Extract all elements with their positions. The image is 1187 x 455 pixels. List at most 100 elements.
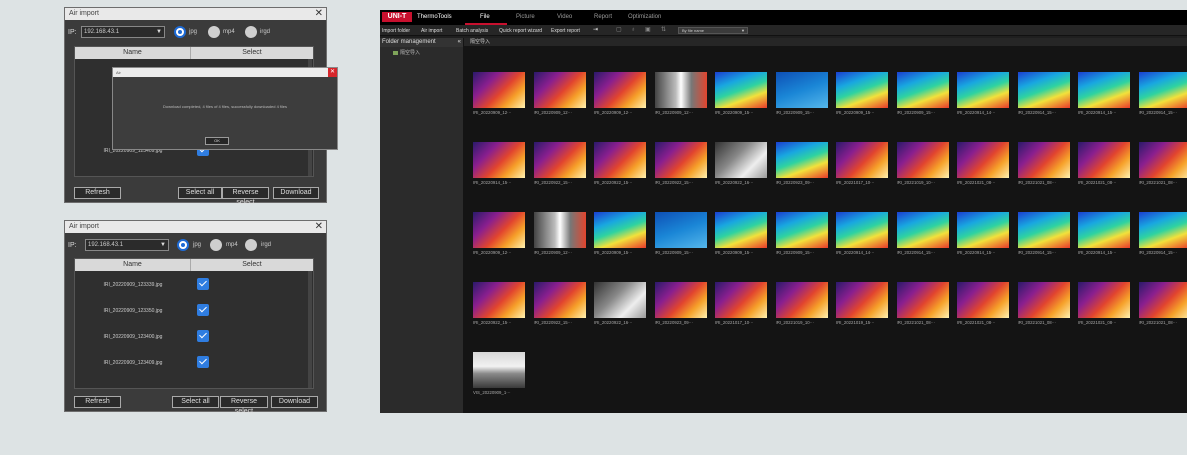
- thumbnail-tile[interactable]: IRI_20220922_15···: [533, 142, 586, 185]
- radio-mp4[interactable]: [210, 239, 222, 251]
- thumbnail-tile[interactable]: IRI_20220909_15···: [715, 72, 767, 115]
- thumbnail-tile[interactable]: IRI_20220909_15···: [896, 72, 949, 115]
- thumbnail-tile[interactable]: IRI_20220914_15···: [1138, 72, 1187, 115]
- thumbnail-tile[interactable]: IRI_20220923_09···: [775, 142, 828, 185]
- radio-jpg[interactable]: [174, 26, 186, 38]
- table-row[interactable]: IRI_20220909_123409.jpg: [75, 349, 313, 375]
- refresh-button[interactable]: Refresh: [74, 396, 121, 408]
- sidebar-item-folder[interactable]: 隔空导入: [393, 49, 420, 56]
- thumbnail-tile[interactable]: IRI_20220909_15···: [715, 212, 767, 255]
- reverse-select-button[interactable]: Reverse select: [220, 396, 268, 415]
- quick-report-wizard-button[interactable]: Quick report wizard: [499, 28, 542, 34]
- thumbnail-tile[interactable]: IRI_20221021_08···: [1138, 142, 1187, 185]
- thumbnail-tile[interactable]: IRI_20220914_15···: [957, 212, 1009, 255]
- tab-video[interactable]: Video: [557, 14, 572, 20]
- thumbnail-tile[interactable]: IRI_20220914_15···: [1078, 212, 1130, 255]
- thumbnail-caption: IRI_20221021_08···: [1138, 320, 1177, 325]
- ok-button[interactable]: OK: [205, 137, 229, 145]
- air-import-button[interactable]: Air import: [421, 28, 442, 34]
- scrollbar[interactable]: [308, 271, 312, 388]
- thumbnail-tile[interactable]: IRI_20221021_08···: [1017, 142, 1070, 185]
- table-row[interactable]: IRI_20220909_123339.jpg: [75, 271, 313, 297]
- folder-icon[interactable]: ▣: [645, 27, 651, 33]
- thumbnail-tile[interactable]: IRI_20220914_15···: [896, 212, 949, 255]
- close-icon[interactable]: ✕: [328, 68, 337, 77]
- thumbnail-tile[interactable]: IRI_20220922_15···: [533, 282, 586, 325]
- thumbnail-image: [896, 212, 949, 248]
- batch-analysis-button[interactable]: Batch analysis: [456, 28, 488, 34]
- thumbnail-tile[interactable]: IRI_20221021_08···: [1078, 282, 1130, 325]
- tab-file[interactable]: File: [480, 14, 490, 20]
- thumbnail-tile[interactable]: IRI_20220909_15···: [594, 212, 646, 255]
- thumbnail-tile[interactable]: IRI_20220922_15···: [473, 282, 525, 325]
- thumbnail-tile[interactable]: IRI_20220909_12···: [594, 72, 646, 115]
- thumbnail-tile[interactable]: IRI_20221021_08···: [1078, 142, 1130, 185]
- thumbnail-tile[interactable]: IRI_20221021_08···: [957, 282, 1009, 325]
- table-row[interactable]: IRI_20220909_123400.jpg: [75, 323, 313, 349]
- ip-select[interactable]: 192.168.43.1 ▼: [81, 26, 165, 38]
- window-icon[interactable]: ▢: [616, 27, 622, 33]
- tab-report[interactable]: Report: [594, 14, 612, 20]
- reverse-select-button[interactable]: Reverse select: [222, 187, 269, 206]
- tab-picture[interactable]: Picture: [516, 14, 535, 20]
- export-report-button[interactable]: Export report: [551, 28, 580, 34]
- thumbnail-tile[interactable]: IRI_20220909_12···: [533, 72, 586, 115]
- collapse-icon[interactable]: «: [458, 38, 461, 47]
- thumbnail-tile[interactable]: IRI_20220909_15···: [775, 72, 828, 115]
- thumbnail-tile[interactable]: IRI_20220909_15···: [775, 212, 828, 255]
- thumbnail-tile[interactable]: IRI_20220914_15···: [473, 142, 525, 185]
- thumbnail-tile[interactable]: IRI_20220909_15···: [836, 72, 888, 115]
- thumbnail-tile[interactable]: IRI_20221019_10···: [896, 142, 949, 185]
- radio-irgd[interactable]: [245, 26, 257, 38]
- thumbnail-tile[interactable]: IRI_20220923_09···: [654, 282, 707, 325]
- ip-select[interactable]: 192.168.43.1 ▼: [85, 239, 169, 251]
- thumbnail-tile[interactable]: IRI_20220909_12···: [473, 212, 525, 255]
- row-checkbox[interactable]: [197, 356, 209, 368]
- close-icon[interactable]: ✕: [315, 8, 323, 20]
- thumbnail-tile[interactable]: IRI_20220909_15···: [654, 212, 707, 255]
- row-checkbox[interactable]: [197, 304, 209, 316]
- radio-mp4[interactable]: [208, 26, 220, 38]
- import-icon[interactable]: ⇥: [593, 27, 599, 33]
- sort-icon[interactable]: ⇅: [661, 27, 667, 33]
- row-checkbox[interactable]: [197, 330, 209, 342]
- refresh-button[interactable]: Refresh: [74, 187, 121, 199]
- thumbnail-tile[interactable]: IRI_20221017_10···: [836, 142, 888, 185]
- select-all-button[interactable]: Select all: [172, 396, 219, 408]
- thumbnail-tile[interactable]: IRI_20220922_16···: [715, 142, 767, 185]
- thumbnail-tile[interactable]: IRI_20221021_08···: [1138, 282, 1187, 325]
- thumbnail-tile[interactable]: IRI_20220914_14···: [957, 72, 1009, 115]
- download-button[interactable]: Download: [271, 396, 318, 408]
- select-all-button[interactable]: Select all: [178, 187, 222, 199]
- radio-jpg-label: jpg: [193, 242, 202, 248]
- radio-irgd[interactable]: [245, 239, 257, 251]
- thumbnail-tile[interactable]: VIS_20220909_1···: [473, 352, 525, 395]
- thumbnail-tile[interactable]: IRI_20220914_15···: [1017, 212, 1070, 255]
- thumbnail-tile[interactable]: IRI_20220914_15···: [1017, 72, 1070, 115]
- tab-optimization[interactable]: Optimization: [628, 14, 661, 20]
- thumbnail-tile[interactable]: IRI_20220909_12···: [654, 72, 707, 115]
- row-checkbox[interactable]: [197, 278, 209, 290]
- thumbnail-tile[interactable]: IRI_20220914_14···: [836, 212, 888, 255]
- thumbnail-tile[interactable]: IRI_20220922_15···: [654, 142, 707, 185]
- thumbnail-tile[interactable]: IRI_20220922_15···: [594, 142, 646, 185]
- close-icon[interactable]: ✕: [315, 221, 323, 233]
- thumbnail-tile[interactable]: IRI_20220922_16···: [594, 282, 646, 325]
- table-row[interactable]: IRI_20220909_123350.jpg: [75, 297, 313, 323]
- pin-icon[interactable]: ♁: [631, 27, 637, 33]
- thumbnail-tile[interactable]: IRI_20221021_08···: [957, 142, 1009, 185]
- thumbnail-tile[interactable]: IRI_20221021_08···: [1017, 282, 1070, 325]
- radio-jpg[interactable]: [177, 239, 189, 251]
- thumbnail-tile[interactable]: IRI_20221017_10···: [715, 282, 767, 325]
- sort-select[interactable]: By file name ▼: [678, 27, 748, 34]
- thumbnail-tile[interactable]: IRI_20220914_15···: [1078, 72, 1130, 115]
- thumbnail-tile[interactable]: IRI_20220914_15···: [1138, 212, 1187, 255]
- thumbnail-tile[interactable]: IRI_20221019_10···: [775, 282, 828, 325]
- thumbnail-tile[interactable]: IRI_20221021_08···: [896, 282, 949, 325]
- breadcrumb: 隔空导入: [464, 38, 1187, 46]
- import-folder-button[interactable]: Import folder: [382, 28, 410, 34]
- thumbnail-tile[interactable]: IRI_20220909_12···: [473, 72, 525, 115]
- download-button[interactable]: Download: [273, 187, 319, 199]
- thumbnail-tile[interactable]: IRI_20220909_12···: [533, 212, 586, 255]
- thumbnail-tile[interactable]: IRI_20221019_15···: [836, 282, 888, 325]
